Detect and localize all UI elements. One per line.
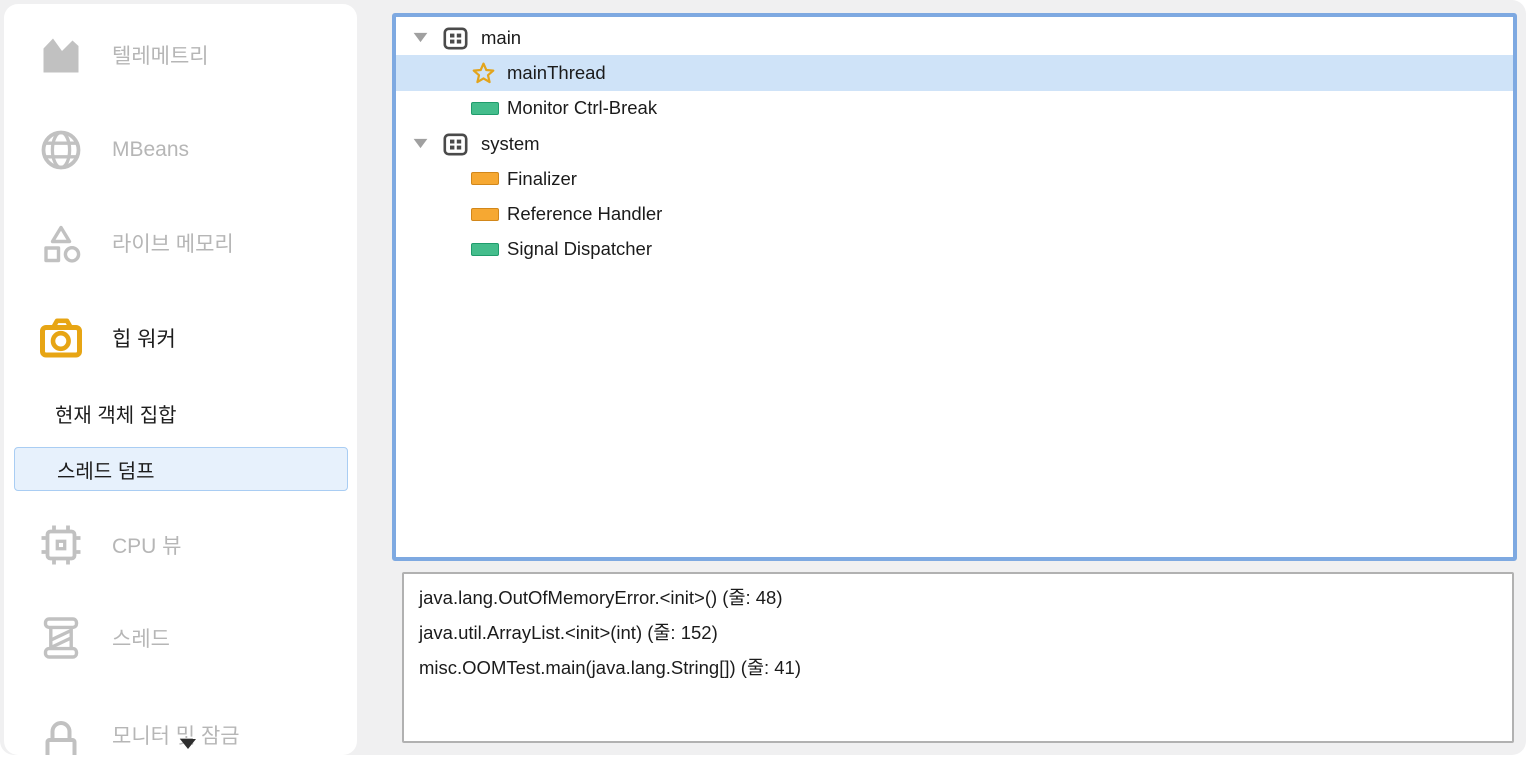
tree-thread-row[interactable]: Finalizer (396, 161, 1513, 196)
star-icon (471, 61, 496, 85)
telemetry-icon (37, 31, 85, 79)
tree-thread-row[interactable]: Monitor Ctrl-Break (396, 91, 1513, 126)
thread-group-name: system (481, 133, 540, 155)
stack-frame[interactable]: java.util.ArrayList.<init>(int) (줄: 152) (419, 615, 1512, 650)
monitors-locks-icon-box (37, 711, 85, 755)
mbeans-icon (37, 126, 85, 174)
thread-icon-slot (471, 167, 501, 191)
thread-dump-tree-panel: main mainThread Monitor Ctrl-Break system Fi… (392, 13, 1517, 561)
sidebar-item-live-memory[interactable]: 라이브 메모리 (4, 219, 357, 267)
sidebar-item-label: 힙 워커 (112, 323, 176, 353)
caret-down-icon[interactable] (413, 138, 428, 149)
thread-state-icon-waiting (471, 172, 499, 185)
thread-icon-slot (471, 96, 501, 120)
thread-name: Monitor Ctrl-Break (507, 97, 657, 119)
thread-name: Reference Handler (507, 203, 662, 225)
sidebar-item-label: 라이브 메모리 (112, 228, 234, 258)
thread-group-icon (443, 132, 468, 156)
sidebar-item-telemetry[interactable]: 텔레메트리 (4, 31, 357, 79)
sidebar-item-label: 스레드 (112, 623, 170, 653)
sidebar-item-label: 현재 객체 집합 (55, 399, 177, 428)
thread-icon-slot (471, 237, 501, 261)
thread-group-icon (443, 26, 468, 50)
sidebar-item-heap-walker[interactable]: 힙 워커 (4, 314, 357, 362)
sidebar-scroll-down-icon[interactable] (180, 739, 196, 749)
mbeans-icon-box (37, 126, 85, 174)
sidebar-item-mbeans[interactable]: MBeans (4, 126, 357, 174)
sidebar-item-label: CPU 뷰 (112, 530, 182, 560)
tree-group-row[interactable]: main (396, 20, 1513, 55)
heap-walker-icon (37, 314, 85, 362)
caret-down-icon[interactable] (413, 32, 428, 43)
monitors-locks-icon (37, 711, 85, 755)
cpu-view-icon (37, 521, 85, 569)
thread-name: mainThread (507, 62, 606, 84)
sidebar-item-label: 텔레메트리 (112, 40, 209, 70)
tree-thread-row[interactable]: mainThread (396, 55, 1513, 90)
threads-icon (37, 614, 85, 662)
thread-state-icon-waiting (471, 208, 499, 221)
live-memory-icon (37, 219, 85, 267)
tree-thread-row[interactable]: Reference Handler (396, 196, 1513, 231)
thread-name: Signal Dispatcher (507, 238, 652, 260)
sidebar-item-current-object-set[interactable]: 현재 객체 집합 (4, 399, 357, 427)
cpu-view-icon-box (37, 521, 85, 569)
thread-state-icon-running (471, 243, 499, 256)
sidebar-item-cpu-views[interactable]: CPU 뷰 (4, 521, 357, 569)
sidebar-item-label: MBeans (112, 138, 189, 162)
thread-group-name: main (481, 27, 521, 49)
sidebar-item-threads[interactable]: 스레드 (4, 614, 357, 662)
stack-frame[interactable]: misc.OOMTest.main(java.lang.String[]) (줄… (419, 650, 1512, 685)
stack-frame[interactable]: java.lang.OutOfMemoryError.<init>() (줄: … (419, 580, 1512, 615)
sidebar-item-thread-dump[interactable]: 스레드 덤프 (14, 447, 348, 491)
view-sidebar: 텔레메트리 MBeans 라이브 메모리힙 워커현재 객체 집합스레드 덤프 CPU … (4, 4, 357, 755)
sidebar-item-label: 스레드 덤프 (57, 455, 155, 484)
live-memory-icon-box (37, 219, 85, 267)
threads-icon-box (37, 614, 85, 662)
telemetry-icon-box (37, 31, 85, 79)
tree-thread-row[interactable]: Signal Dispatcher (396, 232, 1513, 267)
tree-group-row[interactable]: system (396, 126, 1513, 161)
thread-tree: main mainThread Monitor Ctrl-Break system Fi… (396, 17, 1513, 267)
thread-state-icon-running (471, 102, 499, 115)
stack-trace-panel: java.lang.OutOfMemoryError.<init>() (줄: … (402, 572, 1514, 743)
thread-icon-slot (471, 61, 501, 85)
thread-name: Finalizer (507, 168, 577, 190)
sidebar-item-label: 모니터 및 잠금 (112, 720, 240, 750)
thread-icon-slot (471, 202, 501, 226)
heap-walker-icon-box (37, 314, 85, 362)
